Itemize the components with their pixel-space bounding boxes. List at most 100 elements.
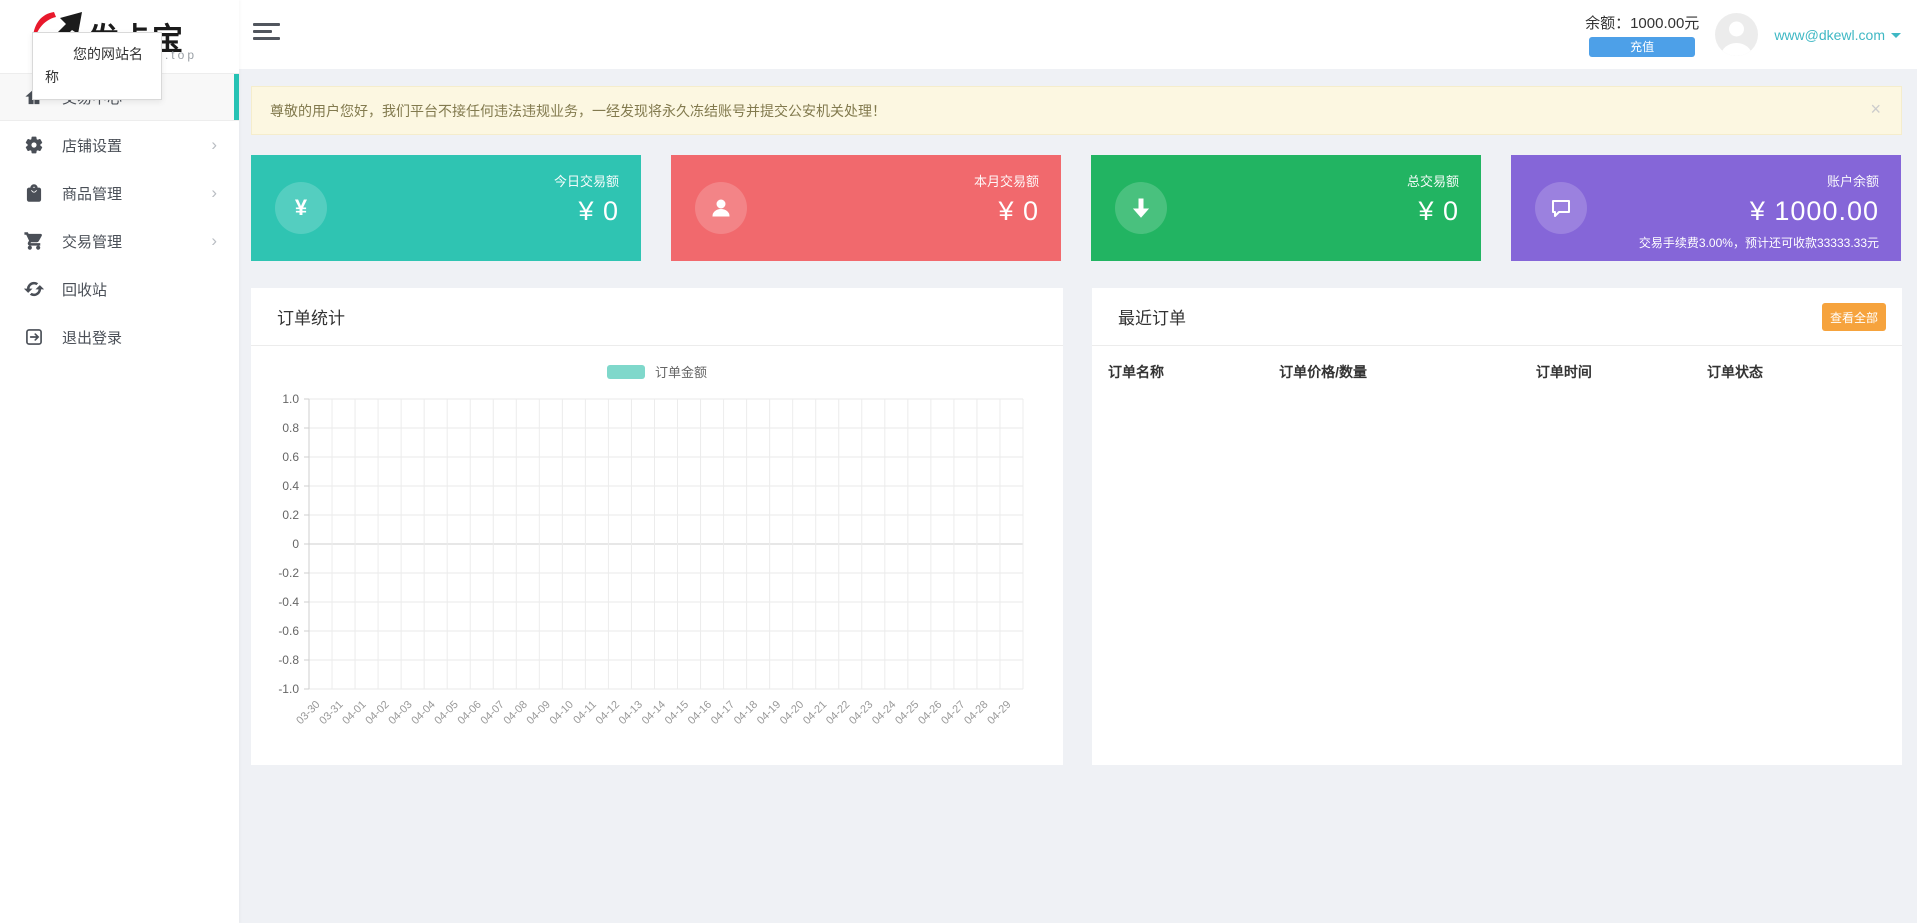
svg-text:04-23: 04-23 — [847, 699, 875, 727]
svg-text:04-28: 04-28 — [962, 699, 990, 727]
svg-text:0: 0 — [292, 537, 299, 551]
cart-icon — [24, 231, 44, 251]
stat-card-value: ¥ 0 — [1407, 196, 1459, 227]
svg-text:04-08: 04-08 — [502, 699, 530, 727]
svg-text:04-20: 04-20 — [778, 699, 806, 727]
stat-card-account-balance: 账户余额 ¥ 1000.00 交易手续费3.00%，预计还可收款33333.33… — [1511, 155, 1901, 261]
recharge-button[interactable]: 充值 — [1589, 37, 1695, 57]
stat-card-value: ¥ 0 — [554, 196, 619, 227]
topbar: 余额：1000.00元 充值 www@dkewl.com — [239, 0, 1917, 69]
svg-text:04-11: 04-11 — [571, 699, 599, 727]
stat-card-title: 总交易额 — [1407, 171, 1459, 190]
svg-text:04-12: 04-12 — [594, 699, 622, 727]
svg-text:04-03: 04-03 — [386, 699, 414, 727]
username-text: www@dkewl.com — [1774, 27, 1885, 43]
view-all-button[interactable]: 查看全部 — [1822, 303, 1886, 331]
orders-table-header: 订单名称 订单价格/数量 订单时间 订单状态 — [1092, 346, 1902, 398]
svg-text:-0.2: -0.2 — [278, 566, 299, 580]
avatar[interactable] — [1715, 13, 1758, 56]
chevron-right-icon: › — [211, 231, 217, 251]
svg-text:04-09: 04-09 — [525, 699, 553, 727]
legend-label: 订单金额 — [655, 362, 707, 381]
svg-text:0.6: 0.6 — [282, 450, 299, 464]
sidebar-nav: 交易中心 店铺设置 › 商品管理 › 交易管理 › — [0, 73, 239, 361]
svg-text:-0.8: -0.8 — [278, 653, 299, 667]
svg-text:04-21: 04-21 — [801, 699, 829, 727]
sidebar-item-trade-management[interactable]: 交易管理 › — [0, 217, 239, 265]
main-content: 尊敬的用户您好，我们平台不接任何违法违规业务，一经发现将永久冻结账号并提交公安机… — [239, 69, 1917, 923]
svg-text:04-27: 04-27 — [939, 699, 967, 727]
sidebar-item-product-management[interactable]: 商品管理 › — [0, 169, 239, 217]
stat-card-title: 账户余额 — [1750, 171, 1879, 190]
svg-text:04-22: 04-22 — [824, 699, 852, 727]
chevron-right-icon: › — [211, 183, 217, 203]
svg-text:04-06: 04-06 — [455, 699, 483, 727]
orders-table-body — [1092, 398, 1902, 698]
svg-text:03-30: 03-30 — [294, 699, 322, 727]
svg-text:04-02: 04-02 — [363, 699, 391, 727]
person-icon — [695, 182, 747, 234]
stat-card-value: ¥ 1000.00 — [1750, 196, 1879, 227]
svg-text:-1.0: -1.0 — [278, 682, 299, 696]
sidebar-item-shop-settings[interactable]: 店铺设置 › — [0, 121, 239, 169]
site-name-tooltip-text: 您的网站名称 — [45, 43, 149, 89]
close-icon[interactable]: × — [1870, 100, 1881, 118]
svg-text:0.8: 0.8 — [282, 421, 299, 435]
yen-icon: ¥ — [275, 182, 327, 234]
order-stats-panel: 订单统计 订单金额 1.00.80.60.40.20-0.2-0.4-0.6-0… — [251, 288, 1063, 765]
stat-card-title: 本月交易额 — [974, 171, 1039, 190]
svg-text:04-10: 04-10 — [548, 699, 576, 727]
svg-text:04-16: 04-16 — [686, 699, 714, 727]
svg-text:04-01: 04-01 — [340, 699, 368, 727]
col-order-status: 订单状态 — [1707, 362, 1886, 382]
legend-swatch — [607, 365, 645, 379]
logout-icon — [24, 327, 44, 347]
svg-text:04-07: 04-07 — [479, 699, 507, 727]
svg-text:04-19: 04-19 — [755, 699, 783, 727]
sidebar-item-recycle-bin[interactable]: 回收站 — [0, 265, 239, 313]
chart-legend: 订单金额 — [251, 362, 1063, 381]
recent-orders-panel: 最近订单 查看全部 订单名称 订单价格/数量 订单时间 订单状态 — [1092, 288, 1902, 765]
shopping-bag-icon — [24, 183, 44, 203]
recycle-icon — [24, 279, 44, 299]
user-menu[interactable]: www@dkewl.com — [1774, 27, 1901, 43]
svg-text:04-13: 04-13 — [617, 699, 645, 727]
stat-card-month-volume: 本月交易额 ¥ 0 — [671, 155, 1061, 261]
arrow-down-icon — [1115, 182, 1167, 234]
sidebar: 发卡宝 o.top 您的网站名称 交易中心 店铺设置 › 商品管理 › — [0, 0, 239, 923]
order-stats-chart: 1.00.80.60.40.20-0.2-0.4-0.6-0.8-1.003-3… — [251, 383, 1041, 755]
stat-cards-row: ¥ 今日交易额 ¥ 0 本月交易额 ¥ 0 总交易额 ¥ 0 — [251, 155, 1902, 261]
col-order-price-qty: 订单价格/数量 — [1279, 362, 1536, 382]
gear-icon — [24, 135, 44, 155]
sidebar-item-label: 店铺设置 — [62, 135, 122, 156]
panel-title: 订单统计 — [277, 304, 345, 329]
svg-text:04-05: 04-05 — [432, 699, 460, 727]
stat-card-total-volume: 总交易额 ¥ 0 — [1091, 155, 1481, 261]
svg-text:04-15: 04-15 — [663, 699, 691, 727]
sidebar-item-logout[interactable]: 退出登录 — [0, 313, 239, 361]
svg-text:04-04: 04-04 — [409, 699, 437, 727]
sidebar-item-label: 商品管理 — [62, 183, 122, 204]
menu-toggle-icon[interactable] — [253, 23, 280, 45]
stat-card-value: ¥ 0 — [974, 196, 1039, 227]
sidebar-item-label: 交易管理 — [62, 231, 122, 252]
balance-text: 余额：1000.00元 — [1585, 12, 1699, 33]
chevron-right-icon: › — [211, 135, 217, 155]
col-order-time: 订单时间 — [1536, 362, 1707, 382]
svg-text:04-17: 04-17 — [709, 699, 737, 727]
panel-title: 最近订单 — [1118, 304, 1186, 329]
notice-bar: 尊敬的用户您好，我们平台不接任何违法违规业务，一经发现将永久冻结账号并提交公安机… — [251, 86, 1902, 135]
stat-card-today-volume: ¥ 今日交易额 ¥ 0 — [251, 155, 641, 261]
svg-text:04-24: 04-24 — [870, 699, 898, 727]
notice-text: 尊敬的用户您好，我们平台不接任何违法违规业务，一经发现将永久冻结账号并提交公安机… — [270, 101, 886, 121]
svg-text:-0.4: -0.4 — [278, 595, 299, 609]
col-order-name: 订单名称 — [1108, 362, 1279, 382]
chevron-down-icon — [1891, 33, 1901, 38]
svg-text:-0.6: -0.6 — [278, 624, 299, 638]
svg-text:03-31: 03-31 — [317, 699, 345, 727]
svg-text:0.4: 0.4 — [282, 479, 299, 493]
svg-text:04-26: 04-26 — [916, 699, 944, 727]
svg-text:1.0: 1.0 — [282, 392, 299, 406]
site-name-tooltip: 您的网站名称 — [32, 32, 162, 100]
fee-note-text: 交易手续费3.00%，预计还可收款33333.33元 — [1639, 234, 1879, 251]
